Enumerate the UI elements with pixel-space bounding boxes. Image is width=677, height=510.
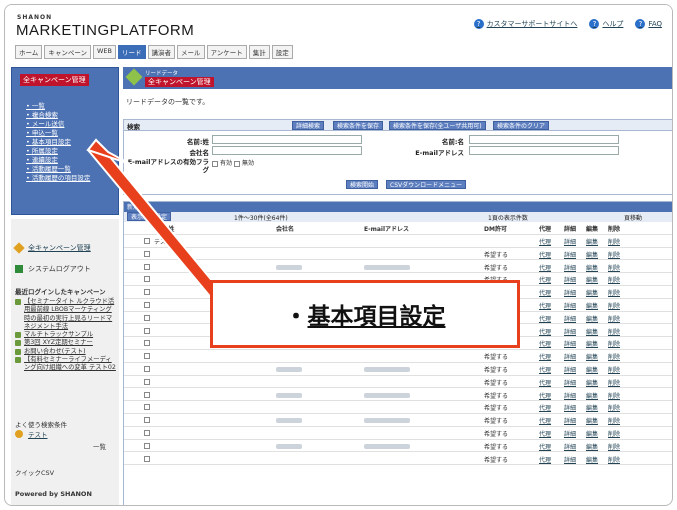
callout-arrow xyxy=(86,138,230,308)
callout-bullet: ・ xyxy=(284,304,308,330)
callout-box: ・基本項目設定 xyxy=(210,280,520,348)
callout-text: 基本項目設定 xyxy=(307,304,446,330)
